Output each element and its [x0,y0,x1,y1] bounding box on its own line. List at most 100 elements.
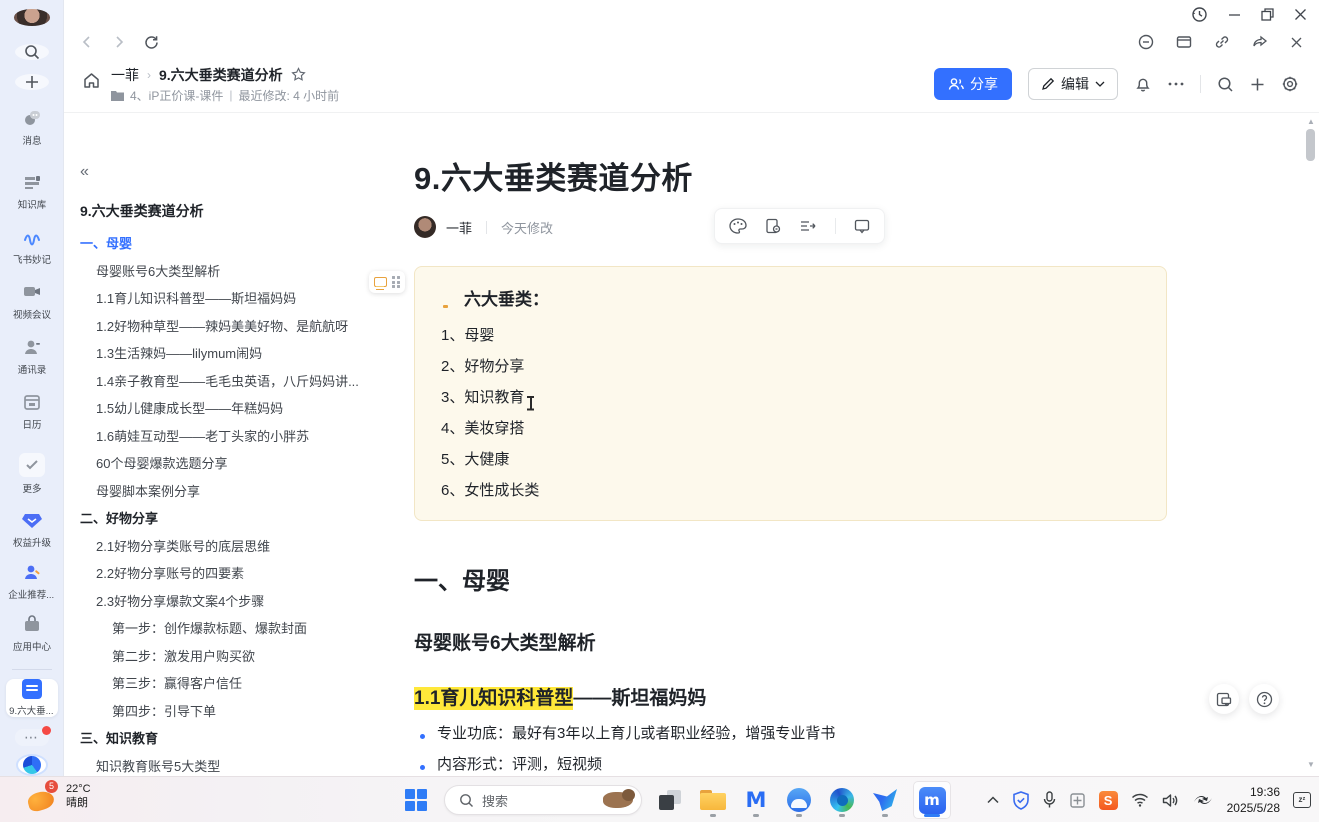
toc-item[interactable]: 母婴账号6大类型解析 [80,257,380,285]
folder-name[interactable]: 4、iP正价课-课件 [130,87,223,104]
toc-item[interactable]: 三、知识教育 [80,724,380,752]
heading-1[interactable]: 一、母婴 [414,561,1167,596]
panel-icon[interactable] [1176,34,1192,50]
toc-item[interactable]: 二、好物分享 [80,504,380,532]
toc-item[interactable]: 第四步：引导下单 [80,697,380,725]
refresh-button[interactable] [144,35,159,50]
task-view-button[interactable] [655,781,685,819]
link-icon[interactable] [1214,34,1230,50]
heading-3[interactable]: 1.1育儿知识科普型——斯坦福妈妈 [414,683,1167,710]
author-name[interactable]: 一菲 [446,218,472,237]
callout-list-item[interactable]: 4、美妆穿搭 [441,407,1142,438]
bell-icon[interactable] [1134,75,1152,93]
sogou-input-icon[interactable]: S [1099,791,1118,810]
weather-widget[interactable]: 5 22°C 晴朗 [28,782,91,811]
toc-item[interactable]: 1.4亲子教育型——毛毛虫英语，八斤妈妈讲... [80,367,380,395]
feishu-button[interactable] [870,781,900,819]
share-arrow-icon[interactable] [1252,34,1268,50]
sidebar-item-wiki[interactable]: 知识库 [2,171,62,211]
scroll-down-arrow[interactable]: ▼ [1306,760,1316,770]
active-app-button[interactable]: m [913,781,951,819]
export-flow-icon[interactable] [799,219,817,233]
theme-palette-icon[interactable] [729,218,747,234]
notification-dnd-icon[interactable]: zᶻ [1293,792,1311,808]
toc-item[interactable]: 2.3好物分享爆款文案4个步骤 [80,587,380,615]
gear-icon[interactable] [1281,75,1299,93]
vertical-scrollbar[interactable]: ▲ ▼ [1305,113,1317,774]
toc-item[interactable]: 1.3生活辣妈——lilymum闹妈 [80,339,380,367]
more-menu-icon[interactable] [1168,82,1184,86]
pinned-doc[interactable]: 9.六大垂... [6,679,58,717]
taskbar-search[interactable]: 搜索 [444,785,642,815]
minimize-button[interactable] [1228,8,1241,21]
copy-link-doc-icon[interactable] [765,218,781,234]
share-button[interactable]: 分享 [934,68,1012,100]
m-app-button[interactable]: M [741,781,771,819]
toc-item[interactable]: 一、母婴 [80,229,380,257]
comment-icon[interactable] [854,219,870,234]
block-handle[interactable] [369,271,405,293]
edge-browser-button[interactable] [827,781,857,819]
collapse-outline-icon[interactable]: « [80,163,100,181]
star-icon[interactable] [291,67,306,82]
toc-item[interactable]: 2.1好物分享类账号的底层思维 [80,532,380,560]
scrollbar-thumb[interactable] [1306,129,1315,161]
sidebar-item-recommend[interactable]: 企业推荐... [2,561,62,601]
microphone-icon[interactable] [1043,791,1056,809]
toc-item[interactable]: 60个母婴爆款选题分享 [80,449,380,477]
quark-browser-button[interactable] [784,781,814,819]
back-button[interactable] [80,35,94,49]
sidebar-item-minutes[interactable]: 飞书妙记 [2,226,62,266]
toc-item[interactable]: 1.6萌娃互动型——老丁头家的小胖苏 [80,422,380,450]
sidebar-item-calendar[interactable]: 日历 [2,391,62,431]
comment-circle-icon[interactable] [1138,34,1154,50]
feishu-app-logo[interactable] [16,754,48,776]
close-tab-icon[interactable] [1290,36,1303,49]
sidebar-item-meeting[interactable]: 视频会议 [2,281,62,321]
callout-list-item[interactable]: 2、好物分享 [441,345,1142,376]
create-button[interactable] [15,74,49,90]
toc-item[interactable]: 2.2好物分享账号的四要素 [80,559,380,587]
toc-item[interactable]: 母婴脚本案例分享 [80,477,380,505]
sidebar-item-app-center[interactable]: 应用中心 [2,613,62,653]
header-search-icon[interactable] [1217,76,1234,93]
search-button[interactable] [15,44,49,60]
outline-doc-title[interactable]: 9.六大垂类赛道分析 [80,201,380,221]
doc-title[interactable]: 9.六大垂类赛道分析 [414,153,1167,198]
tray-clock[interactable]: 19:36 2025/5/28 [1227,784,1280,816]
heading-2[interactable]: 母婴账号6大类型解析 [414,628,1167,655]
callout-list-item[interactable]: 6、女性成长类 [441,469,1142,500]
breadcrumb-parent[interactable]: 一菲 [111,65,139,85]
feedback-fab[interactable] [1209,684,1239,714]
toc-item[interactable]: 1.1育儿知识科普型——斯坦福妈妈 [80,284,380,312]
history-button[interactable] [1191,6,1208,23]
sidebar-item-upgrade[interactable]: 权益升级 [2,509,62,549]
toc-item[interactable]: 知识教育账号5大类型 [80,752,380,780]
toc-item[interactable]: 第一步：创作爆款标题、爆款封面 [80,614,380,642]
rail-overflow-button[interactable]: ⋯ [15,729,49,746]
ime-icon[interactable] [1069,792,1086,809]
callout-list-item[interactable]: 1、母婴 [441,314,1142,345]
home-icon[interactable] [82,71,101,90]
battery-icon[interactable] [1192,792,1214,808]
close-window-button[interactable] [1294,8,1307,21]
callout-list-item[interactable]: 5、大健康 [441,438,1142,469]
volume-icon[interactable] [1162,793,1179,808]
new-tab-icon[interactable] [1250,77,1265,92]
restore-button[interactable] [1261,8,1274,21]
toc-item[interactable]: 第二步：激发用户购买欲 [80,642,380,670]
callout-list-item[interactable]: 3、知识教育 [441,376,1142,407]
toc-item[interactable]: 1.2好物种草型——辣妈美美好物、是航航呀 [80,312,380,340]
toc-item[interactable]: 1.5幼儿健康成长型——年糕妈妈 [80,394,380,422]
toc-item[interactable]: 第三步：赢得客户信任 [80,669,380,697]
start-button[interactable] [401,781,431,819]
sidebar-item-contacts[interactable]: 通讯录 [2,336,62,376]
scroll-up-arrow[interactable]: ▲ [1306,117,1316,127]
file-explorer-button[interactable] [698,781,728,819]
callout-block[interactable]: 六大垂类： 1、母婴 2、好物分享 3、知识教育 4、美妆穿搭 5、大健康 6、… [414,266,1167,521]
sidebar-item-messages[interactable]: 消息 [2,107,62,147]
tray-chevron-up-icon[interactable] [987,796,999,804]
author-avatar[interactable] [414,216,436,238]
security-shield-icon[interactable] [1012,791,1030,810]
user-avatar[interactable] [14,9,50,26]
